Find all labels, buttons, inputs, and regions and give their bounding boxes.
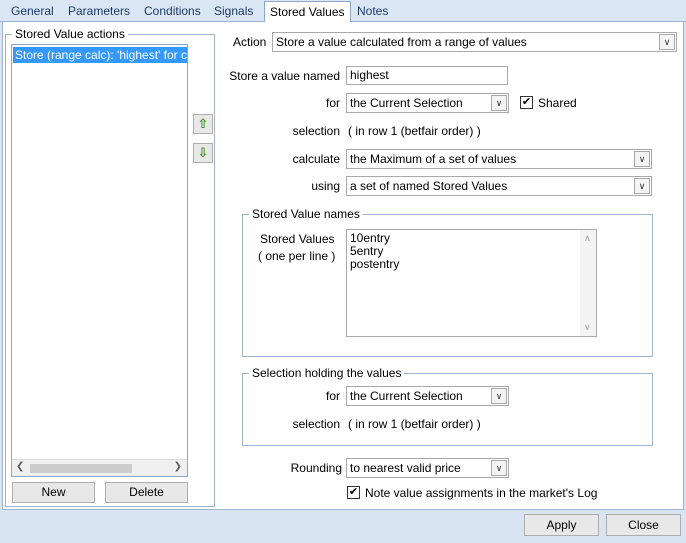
chevron-down-icon[interactable]: ∨ [491, 95, 507, 111]
group-legend: Stored Value actions [15, 27, 125, 41]
scroll-left-icon[interactable]: ❮ [16, 461, 24, 472]
scrollbar-thumb[interactable] [30, 464, 132, 473]
chevron-down-icon[interactable]: ∨ [634, 178, 650, 194]
store-name-input[interactable]: highest [346, 66, 508, 85]
holding-selection-value: ( in row 1 (betfair order) ) [348, 417, 481, 431]
action-select-value: Store a value calculated from a range of… [276, 35, 527, 49]
chevron-down-icon[interactable]: ∨ [491, 388, 507, 404]
chevron-down-icon[interactable]: ∨ [491, 460, 507, 476]
list-item: postentry [350, 257, 400, 271]
chevron-down-icon[interactable]: ∨ [634, 151, 650, 167]
selection-value: ( in row 1 (betfair order) ) [348, 124, 481, 138]
store-named-label: Store a value named [229, 69, 340, 83]
shared-label: Shared [538, 96, 577, 110]
action-select[interactable]: Store a value calculated from a range of… [272, 32, 677, 52]
rounding-label: Rounding [290, 461, 342, 475]
using-label: using [311, 179, 340, 193]
actions-list[interactable]: Store (range calc): 'highest' for curren… [11, 44, 188, 477]
using-select-value: a set of named Stored Values [350, 179, 508, 193]
tab-signals[interactable]: Signals [209, 3, 258, 21]
apply-button[interactable]: Apply [524, 514, 599, 536]
one-per-line-label: ( one per line ) [258, 249, 336, 263]
using-select[interactable]: a set of named Stored Values ∨ [346, 176, 652, 196]
holding-selection-label: selection [292, 417, 340, 431]
selection-holding-group: Selection holding the values [242, 366, 653, 446]
new-button[interactable]: New [12, 482, 95, 503]
log-note-label: Note value assignments in the market's L… [365, 486, 598, 500]
tab-stored-values[interactable]: Stored Values [264, 1, 351, 22]
shared-checkbox[interactable]: ✔ [520, 96, 533, 109]
tab-notes[interactable]: Notes [352, 3, 393, 21]
rounding-select[interactable]: to nearest valid price ∨ [346, 458, 509, 478]
holding-for-select-value: the Current Selection [350, 389, 463, 403]
action-label: Action [233, 35, 267, 49]
selection-label: selection [292, 124, 340, 138]
list-item[interactable]: Store (range calc): 'highest' for curren… [13, 47, 187, 63]
for-label: for [325, 96, 340, 110]
rounding-select-value: to nearest valid price [350, 461, 461, 475]
group-legend: Stored Value names [252, 207, 360, 221]
delete-button[interactable]: Delete [105, 482, 188, 503]
close-button[interactable]: Close [606, 514, 681, 536]
tab-conditions[interactable]: Conditions [139, 3, 206, 21]
tab-bar: General Parameters Conditions Signals St… [0, 0, 686, 22]
vertical-scrollbar[interactable]: ∧ ∨ [580, 230, 596, 336]
stored-values-textarea[interactable]: 10entry 5entry postentry ∧ ∨ [346, 229, 597, 337]
horizontal-scrollbar[interactable]: ❮ ❯ [12, 459, 187, 476]
calculate-select-value: the Maximum of a set of values [350, 152, 517, 166]
scroll-down-icon[interactable]: ∨ [584, 321, 591, 334]
calculate-select[interactable]: the Maximum of a set of values ∨ [346, 149, 652, 169]
calculate-label: calculate [292, 152, 340, 166]
scroll-up-icon[interactable]: ∧ [584, 232, 591, 245]
tab-parameters[interactable]: Parameters [63, 3, 135, 21]
group-legend: Selection holding the values [252, 366, 402, 380]
scroll-right-icon[interactable]: ❯ [174, 461, 182, 472]
stored-values-label: Stored Values [260, 232, 335, 246]
holding-for-select[interactable]: the Current Selection ∨ [346, 386, 509, 406]
tab-general[interactable]: General [6, 3, 59, 21]
log-note-checkbox[interactable]: ✔ [347, 486, 360, 499]
for-select-value: the Current Selection [350, 96, 463, 110]
chevron-down-icon[interactable]: ∨ [659, 34, 675, 50]
list-item: 10entry [350, 231, 391, 245]
holding-for-label: for [325, 389, 340, 403]
for-select[interactable]: the Current Selection ∨ [346, 93, 509, 113]
